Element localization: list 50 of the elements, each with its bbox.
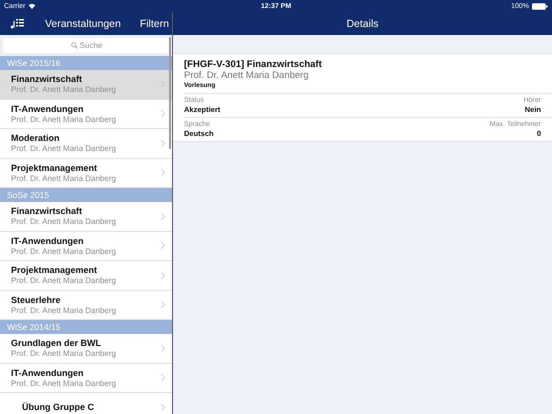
section-header: WiSe 2015/16: [0, 56, 172, 70]
lecturer-name: Prof. Dr. Anett Maria Danberg: [11, 378, 116, 388]
section-header: SoSe 2015: [0, 188, 172, 202]
course-title: Moderation: [11, 133, 60, 144]
lecturer-name: Prof. Dr. Anett Maria Danberg: [11, 217, 116, 226]
course-heading: [FHGF-V-301] Finanzwirtschaft: [184, 59, 323, 70]
battery-icon: [532, 2, 548, 10]
chevron-icon: [161, 169, 165, 176]
course-title: IT-Anwendungen: [11, 236, 84, 246]
lecturer-name: Prof. Dr. Anett Maria Danberg: [11, 306, 116, 315]
course-title: Grundlagen der BWL: [11, 338, 102, 348]
filter-button[interactable]: Filtern: [140, 18, 169, 30]
section-header: WiSe 2014/15: [0, 320, 172, 334]
lecturer-name: Prof. Dr. Anett Maria Danberg: [11, 246, 116, 256]
course-title: IT-Anwendungen: [11, 368, 84, 378]
chevron-icon: [161, 110, 165, 118]
chevron-icon: [161, 242, 165, 250]
course-title: Steuerlehre: [11, 294, 62, 305]
chevron-icon: [161, 404, 165, 411]
course-title: Übung Gruppe C: [22, 402, 94, 412]
chevron-icon: [161, 272, 165, 279]
course-list-item[interactable]: Steuerlehre Prof. Dr. Anett Maria Danberg: [0, 290, 172, 320]
detail-title: Details: [346, 18, 379, 30]
course-list-item[interactable]: Finanzwirtschaft Prof. Dr. Anett Maria Danberg: [0, 70, 172, 100]
chevron-icon: [161, 301, 165, 308]
lecturer-name: Prof. Dr. Anett Maria Danberg: [11, 114, 116, 124]
course-title: IT-Anwendungen: [11, 104, 84, 114]
search-icon: [71, 42, 78, 49]
lecturer-name: Prof. Dr. Anett Maria Danberg: [184, 70, 310, 81]
lecturer-name: Prof. Dr. Anett Maria Danberg: [11, 276, 116, 286]
chevron-icon: [161, 344, 165, 352]
lecturer-name: Prof. Dr. Anett Maria Danberg: [11, 174, 116, 183]
course-list-item[interactable]: IT-Anwendungen Prof. Dr. Anett Maria Danberg: [0, 232, 172, 261]
course-title: Finanzwirtschaft: [11, 206, 84, 216]
sort-icon[interactable]: [10, 18, 26, 30]
lecturer-name: Prof. Dr. Anett Maria Danberg: [11, 144, 116, 154]
chevron-icon: [161, 140, 165, 147]
course-list-item[interactable]: IT-Anwendungen Prof. Dr. Anett Maria Danberg: [0, 100, 172, 129]
search-field[interactable]: Suche: [3, 38, 169, 53]
chevron-icon: [161, 212, 165, 220]
lecturer-name: Prof. Dr. Anett Maria Danberg: [11, 85, 116, 94]
course-list-item[interactable]: Projektmanagement Prof. Dr. Anett Maria Danberg: [0, 158, 172, 188]
course-list-item[interactable]: IT-Anwendungen Prof. Dr. Anett Maria Danberg: [0, 364, 172, 393]
wifi-icon: [28, 3, 36, 9]
course-title: Projektmanagement: [11, 162, 98, 173]
course-title: Projektmanagement: [11, 265, 98, 276]
course-title: Finanzwirtschaft: [11, 74, 84, 84]
chevron-icon: [161, 374, 165, 382]
sidebar-title: Veranstaltungen: [44, 18, 121, 30]
lecturer-name: Prof. Dr. Anett Maria Danberg: [11, 349, 116, 358]
